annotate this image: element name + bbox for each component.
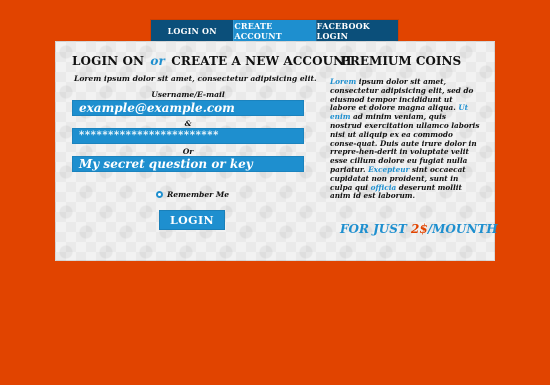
- premium-accent-lorem: Lorem: [330, 77, 357, 86]
- ampersand-label: &: [184, 119, 192, 128]
- or-label: Or: [182, 147, 194, 156]
- premium-price-suffix: /MOUNTH: [427, 222, 498, 236]
- premium-price-prefix: FOR JUST: [340, 222, 412, 236]
- remember-me-option[interactable]: Remember Me: [156, 190, 229, 199]
- premium-price: FOR JUST 2$/MOUNTH: [340, 222, 500, 236]
- tab-create-account[interactable]: CREATE ACCOUNT: [233, 20, 316, 42]
- login-title: LOGIN ON or CREATE A NEW ACCOUNT: [72, 54, 353, 68]
- login-title-part1: LOGIN ON: [72, 54, 145, 68]
- premium-accent-excepteur: Excepteur: [368, 164, 410, 174]
- login-panel: LOGIN ON or CREATE A NEW ACCOUNT Lorem i…: [55, 41, 498, 261]
- premium-description: Lorem ipsum dolor sit amet, consectetur …: [330, 77, 480, 201]
- login-title-or: or: [150, 54, 165, 68]
- login-button[interactable]: LOGIN: [159, 210, 225, 230]
- premium-price-amount: 2$: [411, 222, 428, 236]
- page: LOGIN ON CREATE ACCOUNT FACEBOOK LOGIN L…: [0, 0, 550, 385]
- premium-accent-officia: officia: [370, 182, 397, 192]
- username-email-label: Username/E-mail: [151, 90, 225, 99]
- tab-facebook-login[interactable]: FACEBOOK LOGIN: [315, 20, 399, 42]
- secret-question-field[interactable]: My secret question or key: [72, 156, 304, 172]
- auth-tabs: LOGIN ON CREATE ACCOUNT FACEBOOK LOGIN: [151, 20, 399, 42]
- remember-me-label: Remember Me: [167, 190, 230, 199]
- username-email-field[interactable]: example@example.com: [72, 100, 304, 116]
- premium-title: PREMIUM COINS: [340, 54, 462, 68]
- login-lead-text: Lorem ipsum dolor sit amet, consectetur …: [74, 74, 317, 83]
- password-field[interactable]: ************************: [72, 128, 304, 144]
- tab-login-on[interactable]: LOGIN ON: [151, 20, 234, 42]
- remember-me-radio-icon[interactable]: [156, 191, 163, 198]
